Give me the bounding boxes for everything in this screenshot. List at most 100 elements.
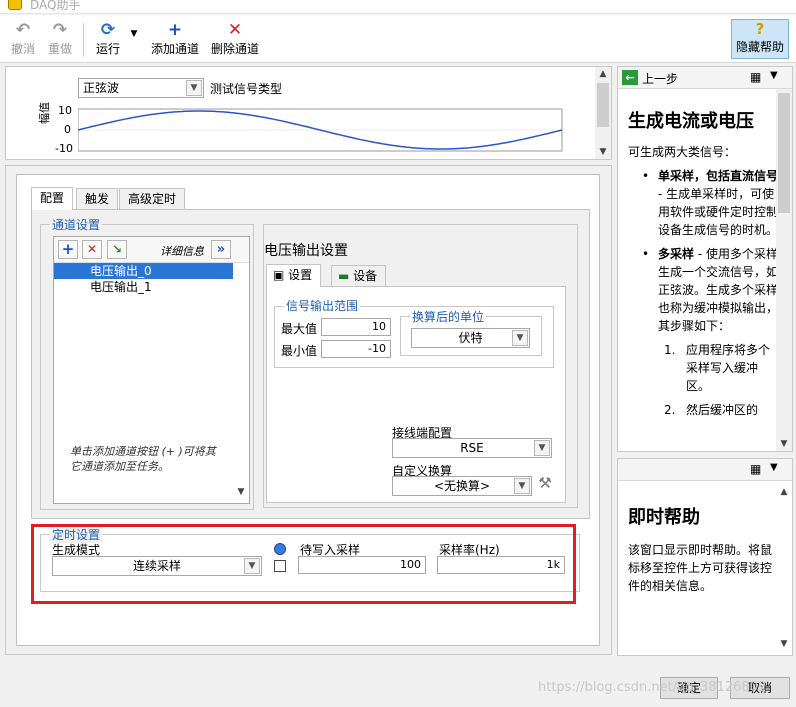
units-select[interactable]: 伏特 ▼ xyxy=(411,328,530,348)
help-bullet-text: - 生成单采样时，可使用软件或硬件定时控制设备生成信号的时机。 xyxy=(658,187,778,237)
help-step: 1. 应用程序将多个采样写入缓冲区。 xyxy=(628,341,778,395)
add-channel-label: 添加通道 xyxy=(150,42,199,56)
tab-config[interactable]: 配置 xyxy=(31,187,74,210)
undo-button[interactable]: ↶ 撤消 xyxy=(8,20,38,57)
back-arrow-icon[interactable]: ← xyxy=(622,70,638,85)
help-step: 2. 然后缓冲区的 xyxy=(628,401,778,419)
max-label: 最大值 xyxy=(281,322,318,336)
terminal-config-value: RSE xyxy=(460,441,484,455)
ytick-label: -10 xyxy=(55,142,73,155)
step-number: 2. xyxy=(664,403,676,417)
remove-icon: ✕ xyxy=(227,20,243,40)
help-scrollbar[interactable]: ▼ xyxy=(776,89,792,451)
help-window-icon[interactable]: ▦ xyxy=(750,70,761,84)
remove-channel-label: 删除通道 xyxy=(210,42,259,56)
scroll-down-icon[interactable]: ▼ xyxy=(776,437,792,451)
help-intro: 可生成两大类信号： xyxy=(628,145,737,159)
scroll-down-icon[interactable]: ▼ xyxy=(595,145,611,159)
help-content: 生成电流或电压 可生成两大类信号： • 单采样，包括直流信号 - 生成单采样时，… xyxy=(628,107,778,451)
run-label: 运行 xyxy=(95,42,120,56)
instant-help-header: ▦ ▼ xyxy=(618,459,792,481)
app-icon xyxy=(8,0,22,10)
back-label[interactable]: 上一步 xyxy=(642,70,678,87)
max-value-input[interactable]: 10 xyxy=(321,318,391,336)
subtab-settings-label: 设置 xyxy=(288,268,313,282)
output-range-title: 信号输出范围 xyxy=(284,297,361,314)
chevron-down-icon: ▼ xyxy=(512,330,528,346)
help-step-text: 然后缓冲区的 xyxy=(686,403,759,417)
run-button[interactable]: ⟳ 运行 xyxy=(92,20,124,57)
title-bar: DAQ助手 xyxy=(0,0,796,14)
wrench-icon[interactable]: ⚒ xyxy=(537,474,553,494)
instant-help-text: 该窗口显示即时帮助。将鼠标移至控件上方可获得该控件的相关信息。 xyxy=(628,543,773,593)
undo-label: 撤消 xyxy=(10,42,35,56)
watermark-text: https://blog.csdn.net/qq_38126802 xyxy=(538,680,767,695)
channel-item[interactable]: 电压输出_0 xyxy=(54,263,249,279)
signal-preview-chart xyxy=(78,108,563,152)
custom-scale-select[interactable]: <无换算> ▼ xyxy=(392,476,532,496)
remove-channel-button[interactable]: ✕ 删除通道 xyxy=(208,20,262,57)
min-label: 最小值 xyxy=(281,344,318,358)
scroll-thumb[interactable] xyxy=(597,83,609,127)
channel-item[interactable]: 电压输出_1 xyxy=(54,279,249,295)
instant-help-heading: 即时帮助 xyxy=(628,507,700,528)
undo-icon: ↶ xyxy=(15,20,31,40)
window-title: DAQ助手 xyxy=(30,0,81,12)
run-icon: ⟳ xyxy=(100,20,116,40)
help-step-text: 应用程序将多个采样写入缓冲区。 xyxy=(686,343,771,393)
help-heading: 生成电流或电压 xyxy=(628,111,754,132)
add-channel-icon[interactable]: + xyxy=(58,240,78,259)
signal-type-value: 正弦波 xyxy=(83,81,120,95)
help-bullet-bold: 多采样 xyxy=(658,247,695,261)
scroll-up-icon[interactable]: ▲ xyxy=(595,67,611,81)
subtab-settings[interactable]: ▣ 设置 xyxy=(266,264,322,287)
scroll-thumb[interactable] xyxy=(778,93,790,213)
chart-ylabel: 幅值 xyxy=(38,102,51,124)
help-window-icon[interactable]: ▦ xyxy=(750,462,761,476)
context-help-panel: ← 上一步 ▦ ▼ 生成电流或电压 可生成两大类信号： • 单采样，包括直流信号… xyxy=(617,66,793,452)
min-value-input[interactable]: -10 xyxy=(321,340,391,358)
instant-help-scrollbar[interactable]: ▲ ▼ xyxy=(776,481,792,655)
instant-help-panel: ▦ ▼ 即时帮助 该窗口显示即时帮助。将鼠标移至控件上方可获得该控件的相关信息。… xyxy=(617,458,793,656)
channel-list-scrollbar[interactable]: ▼ xyxy=(233,263,249,503)
toolbar-separator xyxy=(83,23,84,57)
rename-channel-icon[interactable]: ↘ xyxy=(107,240,127,259)
scroll-up-icon[interactable]: ▲ xyxy=(776,485,792,499)
run-dropdown-icon[interactable]: ▼ xyxy=(128,29,140,39)
bullet-dot: • xyxy=(642,247,650,261)
help-bullet: • 多采样 - 使用多个采样生成一个交流信号，如正弦波。生成多个采样也称为缓冲模… xyxy=(628,245,778,335)
step-number: 1. xyxy=(664,343,676,357)
scroll-down-icon[interactable]: ▼ xyxy=(776,637,792,651)
add-channel-button[interactable]: + 添加通道 xyxy=(148,20,202,57)
highlight-box xyxy=(31,524,576,604)
hide-help-button[interactable]: ? 隐藏帮助 xyxy=(731,19,789,59)
redo-button[interactable]: ↷ 重做 xyxy=(44,20,76,57)
chevron-down-icon[interactable]: ▼ xyxy=(770,70,778,81)
toolbar: ↶ 撤消 ↷ 重做 ⟳ 运行 ▼ + 添加通道 ✕ 删除通道 ? 隐藏帮助 xyxy=(0,15,796,63)
help-icon: ? xyxy=(755,20,765,38)
add-channel-hint: 单击添加通道按钮 (+ )可将其它通道添加至任务。 xyxy=(70,445,216,473)
hide-help-label: 隐藏帮助 xyxy=(735,40,784,54)
help-bullet-bold: 单采样，包括直流信号 xyxy=(658,169,778,183)
help-bullet: • 单采样，包括直流信号 - 生成单采样时，可使用软件或硬件定时控制设备生成信号… xyxy=(628,167,778,239)
bullet-dot: • xyxy=(642,169,650,183)
ytick-label: 0 xyxy=(64,123,71,136)
device-icon: ▬ xyxy=(338,269,350,283)
scroll-down-icon[interactable]: ▼ xyxy=(233,485,249,499)
terminal-config-select[interactable]: RSE ▼ xyxy=(392,438,552,458)
signal-panel-scrollbar[interactable]: ▲ ▼ xyxy=(595,67,611,159)
subtab-device[interactable]: ▬ 设备 xyxy=(331,265,387,287)
signal-type-select[interactable]: 正弦波 ▼ xyxy=(78,78,204,98)
detail-label: 详细信息 xyxy=(160,245,204,258)
chevron-down-icon[interactable]: ▼ xyxy=(770,462,778,473)
instant-help-content: 即时帮助 该窗口显示即时帮助。将鼠标移至控件上方可获得该控件的相关信息。 xyxy=(628,503,774,595)
tab-advanced-timing[interactable]: 高级定时 xyxy=(119,188,186,210)
subtab-device-label: 设备 xyxy=(353,269,378,283)
detail-toggle-icon[interactable]: » xyxy=(211,240,231,259)
signal-preview-panel: 正弦波 ▼ 测试信号类型 幅值 10 0 -10 ▲ ▼ xyxy=(5,66,612,160)
channel-settings-title: 通道设置 xyxy=(50,216,103,233)
chevron-down-icon: ▼ xyxy=(514,478,530,494)
delete-channel-icon[interactable]: ✕ xyxy=(82,240,102,259)
tab-trigger[interactable]: 触发 xyxy=(76,188,119,210)
chevron-down-icon: ▼ xyxy=(534,440,550,456)
